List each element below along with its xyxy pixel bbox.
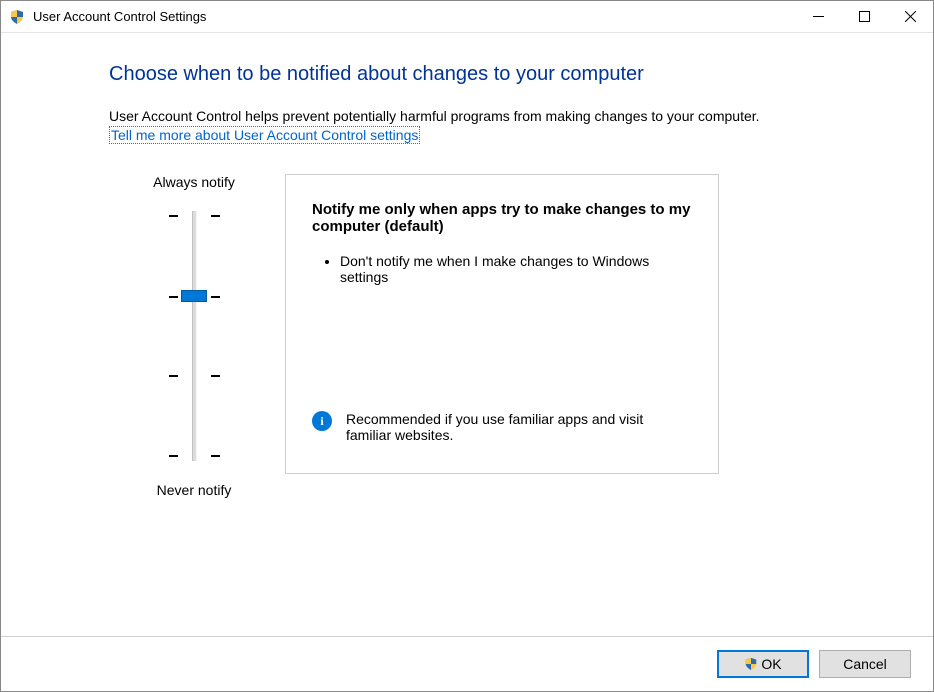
- notification-level-slider[interactable]: [154, 206, 234, 466]
- slider-tick: [169, 375, 220, 377]
- ok-button-label: OK: [761, 656, 781, 672]
- panel-bullet-item: Don't notify me when I make changes to W…: [340, 253, 692, 285]
- help-link[interactable]: Tell me more about User Account Control …: [109, 126, 420, 144]
- uac-settings-window: User Account Control Settings Choose whe…: [0, 0, 934, 692]
- cancel-button[interactable]: Cancel: [819, 650, 911, 678]
- close-button[interactable]: [887, 1, 933, 32]
- slider-tick: [169, 215, 220, 217]
- slider-thumb[interactable]: [181, 290, 207, 302]
- panel-title: Notify me only when apps try to make cha…: [312, 201, 692, 235]
- panel-bullets: Don't notify me when I make changes to W…: [340, 253, 692, 285]
- detail-panel: Notify me only when apps try to make cha…: [285, 174, 719, 474]
- slider-area: Always notify Never notify Notify me onl…: [109, 174, 863, 498]
- page-description: User Account Control helps prevent poten…: [109, 108, 863, 124]
- ok-button[interactable]: OK: [717, 650, 809, 678]
- slider-tick: [169, 455, 220, 457]
- slider-column: Always notify Never notify: [109, 174, 279, 498]
- recommendation-text: Recommended if you use familiar apps and…: [346, 411, 692, 443]
- footer: OK Cancel: [1, 636, 933, 691]
- minimize-button[interactable]: [795, 1, 841, 32]
- window-controls: [795, 1, 933, 32]
- cancel-button-label: Cancel: [843, 656, 887, 672]
- info-icon: i: [312, 411, 332, 431]
- page-heading: Choose when to be notified about changes…: [109, 63, 863, 86]
- window-title: User Account Control Settings: [33, 9, 795, 24]
- titlebar: User Account Control Settings: [1, 1, 933, 33]
- slider-track: [192, 211, 197, 461]
- panel-recommendation: i Recommended if you use familiar apps a…: [312, 411, 692, 443]
- shield-icon: [9, 9, 25, 25]
- slider-bottom-label: Never notify: [157, 482, 232, 498]
- shield-icon: [744, 657, 758, 671]
- slider-top-label: Always notify: [153, 174, 235, 190]
- maximize-button[interactable]: [841, 1, 887, 32]
- content-area: Choose when to be notified about changes…: [1, 33, 933, 636]
